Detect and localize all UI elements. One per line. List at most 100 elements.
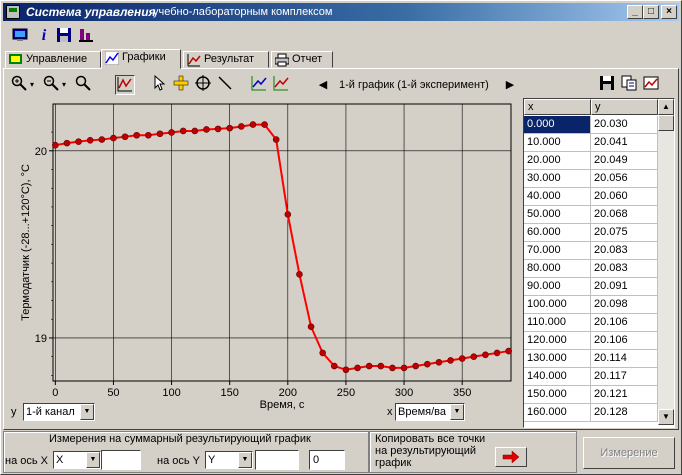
zoom-out-dropdown-icon[interactable]: ▾ (59, 75, 69, 95)
cell-x[interactable]: 130.000 (524, 350, 591, 368)
data-point[interactable] (505, 347, 512, 355)
move-cross-icon[interactable] (171, 75, 191, 95)
data-point[interactable] (75, 138, 82, 145)
table-row[interactable]: 140.000 20.117 (524, 368, 658, 386)
next-chart-icon[interactable]: ▶ (500, 75, 520, 95)
zoom-in-dropdown-icon[interactable]: ▾ (27, 75, 37, 95)
data-point[interactable] (238, 123, 245, 130)
cell-x[interactable]: 90.000 (524, 278, 591, 296)
data-point[interactable] (214, 125, 222, 133)
data-point[interactable] (493, 349, 501, 357)
cell-y[interactable]: 20.091 (591, 278, 658, 296)
temperature-chart[interactable]: 0 50 100 150 200 250 300 350 19 20 Время, с Термо… (7, 98, 519, 428)
table-row[interactable]: 10.000 20.041 (524, 134, 658, 152)
chevron-down-icon[interactable]: ▼ (238, 452, 252, 468)
cell-x[interactable]: 50.000 (524, 206, 591, 224)
data-point[interactable] (447, 357, 454, 364)
data-point[interactable] (389, 364, 396, 372)
cell-x[interactable]: 60.000 (524, 224, 591, 242)
pointer-icon[interactable] (149, 74, 169, 95)
cell-y[interactable]: 20.030 (591, 116, 658, 134)
monitor-icon[interactable] (11, 27, 29, 45)
data-point[interactable] (203, 126, 210, 133)
title-bar[interactable]: Система управления учебно-лабораторным к… (3, 3, 679, 21)
data-point[interactable] (272, 136, 280, 143)
data-point[interactable] (86, 137, 94, 144)
chevron-down-icon[interactable]: ▼ (450, 404, 464, 420)
data-point[interactable] (145, 131, 152, 139)
add-points-icon[interactable] (249, 75, 269, 95)
data-point[interactable] (98, 136, 106, 143)
column-header-y[interactable]: y (591, 99, 658, 115)
prev-chart-icon[interactable]: ◀ (313, 75, 333, 95)
y-value-input[interactable] (255, 450, 299, 470)
data-point[interactable] (226, 124, 233, 132)
zoom-fit-icon[interactable] (73, 75, 93, 95)
table-row[interactable]: 0.000 20.030 (524, 116, 658, 134)
table-row[interactable]: 160.000 20.128 (524, 404, 658, 422)
copy-to-result-button[interactable] (495, 447, 527, 467)
x-axis-target-select[interactable]: X ▼ (53, 451, 101, 469)
scroll-up-icon[interactable]: ▲ (658, 99, 674, 115)
chevron-down-icon[interactable]: ▼ (86, 452, 100, 468)
cell-x[interactable]: 30.000 (524, 170, 591, 188)
data-point[interactable] (284, 211, 292, 218)
data-point[interactable] (319, 349, 326, 357)
table-row[interactable]: 30.000 20.056 (524, 170, 658, 188)
table-row[interactable]: 90.000 20.091 (524, 278, 658, 296)
data-point[interactable] (168, 129, 175, 136)
table-row[interactable]: 80.000 20.083 (524, 260, 658, 278)
y-channel-select[interactable]: 1-й канал ▼ (23, 403, 95, 421)
x-value-input[interactable] (101, 450, 141, 470)
data-table[interactable]: x y 0.000 20.030 10.000 20.041 20.000 20.049 3… (523, 98, 675, 428)
save-disk-icon[interactable] (55, 27, 73, 45)
table-row[interactable]: 70.000 20.083 (524, 242, 658, 260)
cell-x[interactable]: 10.000 (524, 134, 591, 152)
x-channel-select[interactable]: Время/ва ▼ (395, 403, 465, 421)
data-point[interactable] (354, 364, 361, 372)
minimize-button[interactable]: _ (627, 5, 643, 19)
cell-x[interactable]: 80.000 (524, 260, 591, 278)
cell-y[interactable]: 20.041 (591, 134, 658, 152)
data-point[interactable] (470, 353, 478, 360)
cell-y[interactable]: 20.106 (591, 314, 658, 332)
cell-y[interactable]: 20.056 (591, 170, 658, 188)
remove-points-icon[interactable] (271, 75, 291, 95)
column-header-x[interactable]: x (524, 99, 591, 115)
maximize-button[interactable]: □ (643, 5, 659, 19)
data-point[interactable] (156, 130, 164, 138)
data-point[interactable] (191, 127, 199, 135)
data-point[interactable] (435, 358, 443, 366)
data-point[interactable] (377, 362, 385, 370)
line-tool-icon[interactable] (215, 75, 235, 95)
table-row[interactable]: 120.000 20.106 (524, 332, 658, 350)
graph-view-icon[interactable] (115, 75, 135, 95)
data-point[interactable] (52, 141, 59, 149)
cell-y[interactable]: 20.083 (591, 242, 658, 260)
table-scrollbar[interactable]: ▲ ▼ (658, 99, 674, 425)
data-point[interactable] (458, 355, 466, 362)
data-point[interactable] (365, 362, 373, 370)
cell-y[interactable]: 20.121 (591, 386, 658, 404)
table-row[interactable]: 20.000 20.049 (524, 152, 658, 170)
zoom-in-icon[interactable] (9, 75, 29, 95)
table-row[interactable]: 130.000 20.114 (524, 350, 658, 368)
cell-x[interactable]: 120.000 (524, 332, 591, 350)
chevron-down-icon[interactable]: ▼ (80, 404, 94, 420)
tab-report[interactable]: Отчет (271, 51, 333, 68)
scroll-down-icon[interactable]: ▼ (658, 409, 674, 425)
table-row[interactable]: 50.000 20.068 (524, 206, 658, 224)
data-point[interactable] (331, 362, 338, 370)
y-axis-target-select[interactable]: Y ▼ (205, 451, 253, 469)
data-point[interactable] (424, 360, 431, 368)
table-row[interactable]: 60.000 20.075 (524, 224, 658, 242)
measure-button[interactable]: Измерение (583, 437, 675, 469)
data-point[interactable] (249, 121, 257, 128)
target-icon[interactable] (193, 75, 213, 95)
tab-result[interactable]: Результат (183, 51, 269, 68)
data-point[interactable] (261, 121, 268, 128)
data-point[interactable] (133, 131, 140, 139)
data-point[interactable] (110, 134, 117, 142)
cell-y[interactable]: 20.117 (591, 368, 658, 386)
table-row[interactable]: 40.000 20.060 (524, 188, 658, 206)
